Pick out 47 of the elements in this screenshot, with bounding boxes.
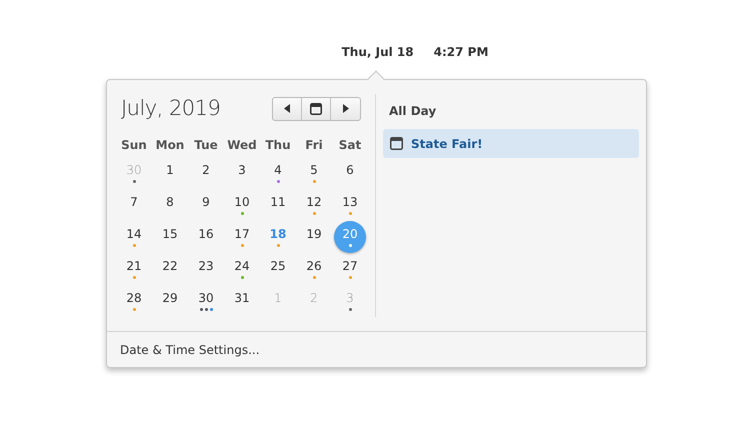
day-cell[interactable]: 15 xyxy=(154,220,186,252)
weekday-label: Mon xyxy=(156,136,184,154)
day-cell[interactable]: 27 xyxy=(334,252,366,284)
day-cell[interactable]: 23 xyxy=(190,252,222,284)
day-cell[interactable]: 13 xyxy=(334,188,366,220)
time-label[interactable]: 4:27 PM xyxy=(434,43,488,61)
date-label[interactable]: Thu, Jul 18 xyxy=(342,43,414,61)
day-cell[interactable]: 3 xyxy=(226,156,258,188)
day-cell[interactable]: 14 xyxy=(118,220,150,252)
day-cell[interactable]: 10 xyxy=(226,188,258,220)
day-cell[interactable]: 31 xyxy=(226,284,258,316)
left-arrow-icon xyxy=(284,104,290,114)
day-cell[interactable]: 29 xyxy=(154,284,186,316)
day-cell[interactable]: 8 xyxy=(154,188,186,220)
day-cell[interactable]: 30 xyxy=(190,284,222,316)
day-cell[interactable]: 5 xyxy=(298,156,330,188)
event-title: State Fair! xyxy=(411,136,483,152)
day-cell[interactable]: 11 xyxy=(262,188,294,220)
day-cell[interactable]: 19 xyxy=(298,220,330,252)
day-cell[interactable]: 12 xyxy=(298,188,330,220)
day-cell[interactable]: 9 xyxy=(190,188,222,220)
weekday-label: Sun xyxy=(121,136,147,154)
day-cell[interactable]: 16 xyxy=(190,220,222,252)
day-cell[interactable]: 7 xyxy=(118,188,150,220)
weekday-label: Sat xyxy=(338,136,362,154)
weekday-label: Fri xyxy=(305,136,323,154)
day-cell[interactable]: 17 xyxy=(226,220,258,252)
day-cell[interactable]: 1 xyxy=(154,156,186,188)
weekday-label: Thu xyxy=(265,136,291,154)
weekday-label: Wed xyxy=(227,136,257,154)
day-cell[interactable]: 2 xyxy=(190,156,222,188)
day-cell[interactable]: 21 xyxy=(118,252,150,284)
weekday-label: Tue xyxy=(194,136,218,154)
day-cell[interactable]: 22 xyxy=(154,252,186,284)
day-cell[interactable]: 24 xyxy=(226,252,258,284)
month-title: July, 2019 xyxy=(120,95,220,122)
day-cell[interactable]: 25 xyxy=(262,252,294,284)
event-item[interactable]: State Fair! xyxy=(383,129,639,158)
day-cell[interactable]: 4 xyxy=(262,156,294,188)
day-cell[interactable]: 26 xyxy=(298,252,330,284)
day-cell[interactable]: 6 xyxy=(334,156,366,188)
calendar-icon xyxy=(390,137,403,150)
calendar-icon xyxy=(310,102,322,115)
right-arrow-icon xyxy=(342,104,348,114)
settings-link[interactable]: Date & Time Settings... xyxy=(120,340,260,358)
day-cell[interactable]: 28 xyxy=(118,284,150,316)
section-heading: All Day xyxy=(388,103,438,120)
